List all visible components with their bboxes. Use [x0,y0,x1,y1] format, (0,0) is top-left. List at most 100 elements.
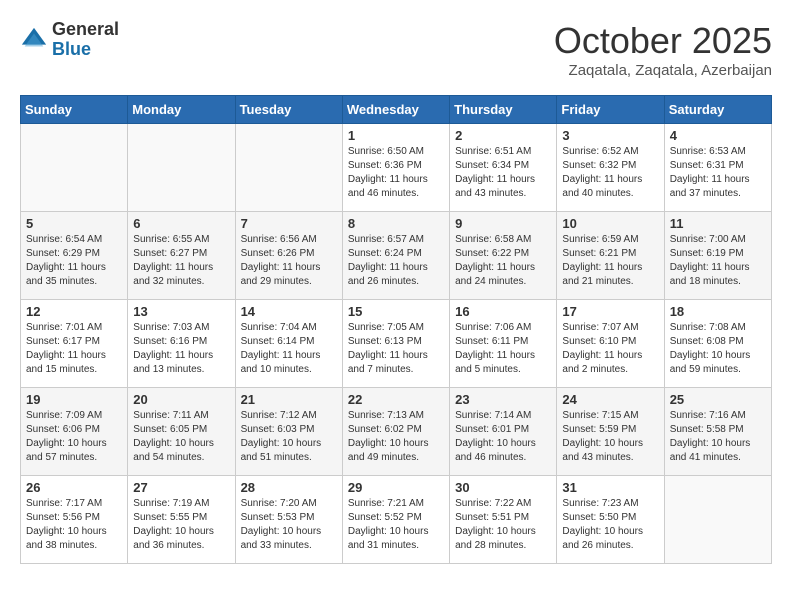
day-info: Sunrise: 7:14 AM Sunset: 6:01 PM Dayligh… [455,409,551,465]
day-number: 15 [348,304,444,319]
day-info: Sunrise: 7:19 AM Sunset: 5:55 PM Dayligh… [133,497,229,553]
logo: General Blue [20,20,119,60]
day-number: 28 [241,480,337,495]
day-info: Sunrise: 7:04 AM Sunset: 6:14 PM Dayligh… [241,321,337,377]
day-info: Sunrise: 6:53 AM Sunset: 6:31 PM Dayligh… [670,145,766,201]
header-wednesday: Wednesday [342,96,449,124]
calendar-cell: 14 Sunrise: 7:04 AM Sunset: 6:14 PM Dayli… [235,300,342,388]
day-info: Sunrise: 6:55 AM Sunset: 6:27 PM Dayligh… [133,233,229,289]
day-number: 6 [133,216,229,231]
calendar-cell: 12Sunrise: 7:01 AM Sunset: 6:17 PM Dayli… [21,300,128,388]
day-number: 1 [348,128,444,143]
day-number: 17 [562,304,658,319]
day-info: Sunrise: 7:08 AM Sunset: 6:08 PM Dayligh… [670,321,766,377]
page-header: General Blue October 2025 Zaqatala, Zaqa… [20,20,772,79]
header-sunday: Sunday [21,96,128,124]
day-info: Sunrise: 6:51 AM Sunset: 6:34 PM Dayligh… [455,145,551,201]
calendar-cell: 6 Sunrise: 6:55 AM Sunset: 6:27 PM Daylig… [128,212,235,300]
day-number: 13 [133,304,229,319]
week-row-1: 1 Sunrise: 6:50 AM Sunset: 6:36 PM Daylig… [21,124,772,212]
day-number: 14 [241,304,337,319]
day-number: 19 [26,392,122,407]
location: Zaqatala, Zaqatala, Azerbaijan [554,62,772,79]
calendar-cell: 28 Sunrise: 7:20 AM Sunset: 5:53 PM Dayli… [235,476,342,564]
calendar-cell: 11 Sunrise: 7:00 AM Sunset: 6:19 PM Dayli… [664,212,771,300]
calendar-cell [664,476,771,564]
title-block: October 2025 Zaqatala, Zaqatala, Azerbai… [554,20,772,79]
header-tuesday: Tuesday [235,96,342,124]
week-row-5: 26 Sunrise: 7:17 AM Sunset: 5:56 PM Dayli… [21,476,772,564]
day-info: Sunrise: 6:50 AM Sunset: 6:36 PM Dayligh… [348,145,444,201]
day-number: 21 [241,392,337,407]
day-number: 9 [455,216,551,231]
header-thursday: Thursday [450,96,557,124]
calendar-cell: 30 Sunrise: 7:22 AM Sunset: 5:51 PM Dayli… [450,476,557,564]
header-monday: Monday [128,96,235,124]
day-number: 7 [241,216,337,231]
day-number: 2 [455,128,551,143]
day-info: Sunrise: 7:22 AM Sunset: 5:51 PM Dayligh… [455,497,551,553]
calendar-cell: 15 Sunrise: 7:05 AM Sunset: 6:13 PM Dayli… [342,300,449,388]
day-number: 5 [26,216,122,231]
calendar-cell: 29 Sunrise: 7:21 AM Sunset: 5:52 PM Dayli… [342,476,449,564]
calendar-cell [235,124,342,212]
day-number: 11 [670,216,766,231]
day-info: Sunrise: 7:09 AM Sunset: 6:06 PM Dayligh… [26,409,122,465]
calendar-cell: 13 Sunrise: 7:03 AM Sunset: 6:16 PM Dayli… [128,300,235,388]
calendar-cell: 2 Sunrise: 6:51 AM Sunset: 6:34 PM Daylig… [450,124,557,212]
calendar-cell: 5 Sunrise: 6:54 AM Sunset: 6:29 PM Daylig… [21,212,128,300]
day-info: Sunrise: 7:05 AM Sunset: 6:13 PM Dayligh… [348,321,444,377]
day-info: Sunrise: 6:58 AM Sunset: 6:22 PM Dayligh… [455,233,551,289]
day-info: Sunrise: 7:15 AM Sunset: 5:59 PM Dayligh… [562,409,658,465]
calendar-cell: 9 Sunrise: 6:58 AM Sunset: 6:22 PM Daylig… [450,212,557,300]
calendar-cell: 22 Sunrise: 7:13 AM Sunset: 6:02 PM Dayli… [342,388,449,476]
day-number: 27 [133,480,229,495]
day-number: 4 [670,128,766,143]
day-info: Sunrise: 7:03 AM Sunset: 6:16 PM Dayligh… [133,321,229,377]
calendar-cell: 4 Sunrise: 6:53 AM Sunset: 6:31 PM Daylig… [664,124,771,212]
day-number: 12 [26,304,122,319]
month-title: October 2025 [554,20,772,62]
calendar-cell: 16 Sunrise: 7:06 AM Sunset: 6:11 PM Dayli… [450,300,557,388]
calendar-cell: 24Sunrise: 7:15 AM Sunset: 5:59 PM Dayli… [557,388,664,476]
calendar-cell: 3 Sunrise: 6:52 AM Sunset: 6:32 PM Daylig… [557,124,664,212]
day-info: Sunrise: 7:06 AM Sunset: 6:11 PM Dayligh… [455,321,551,377]
day-info: Sunrise: 7:23 AM Sunset: 5:50 PM Dayligh… [562,497,658,553]
day-info: Sunrise: 6:54 AM Sunset: 6:29 PM Dayligh… [26,233,122,289]
day-number: 30 [455,480,551,495]
calendar-cell [128,124,235,212]
week-row-3: 12Sunrise: 7:01 AM Sunset: 6:17 PM Dayli… [21,300,772,388]
logo-text: General Blue [52,20,119,60]
day-info: Sunrise: 7:20 AM Sunset: 5:53 PM Dayligh… [241,497,337,553]
calendar-cell: 27 Sunrise: 7:19 AM Sunset: 5:55 PM Dayli… [128,476,235,564]
calendar-cell: 1 Sunrise: 6:50 AM Sunset: 6:36 PM Daylig… [342,124,449,212]
day-info: Sunrise: 7:21 AM Sunset: 5:52 PM Dayligh… [348,497,444,553]
calendar-cell [21,124,128,212]
calendar-cell: 21 Sunrise: 7:12 AM Sunset: 6:03 PM Dayli… [235,388,342,476]
day-info: Sunrise: 7:11 AM Sunset: 6:05 PM Dayligh… [133,409,229,465]
day-info: Sunrise: 7:07 AM Sunset: 6:10 PM Dayligh… [562,321,658,377]
day-number: 23 [455,392,551,407]
calendar-cell: 23 Sunrise: 7:14 AM Sunset: 6:01 PM Dayli… [450,388,557,476]
calendar-header-row: SundayMondayTuesdayWednesdayThursdayFrid… [21,96,772,124]
day-number: 3 [562,128,658,143]
day-number: 18 [670,304,766,319]
calendar-cell: 19 Sunrise: 7:09 AM Sunset: 6:06 PM Dayli… [21,388,128,476]
day-number: 16 [455,304,551,319]
day-info: Sunrise: 6:57 AM Sunset: 6:24 PM Dayligh… [348,233,444,289]
day-info: Sunrise: 7:13 AM Sunset: 6:02 PM Dayligh… [348,409,444,465]
day-number: 10 [562,216,658,231]
day-number: 29 [348,480,444,495]
week-row-2: 5 Sunrise: 6:54 AM Sunset: 6:29 PM Daylig… [21,212,772,300]
day-info: Sunrise: 7:17 AM Sunset: 5:56 PM Dayligh… [26,497,122,553]
day-info: Sunrise: 7:00 AM Sunset: 6:19 PM Dayligh… [670,233,766,289]
day-number: 22 [348,392,444,407]
logo-blue-text: Blue [52,40,119,60]
calendar-cell: 26 Sunrise: 7:17 AM Sunset: 5:56 PM Dayli… [21,476,128,564]
day-info: Sunrise: 6:52 AM Sunset: 6:32 PM Dayligh… [562,145,658,201]
day-info: Sunrise: 6:56 AM Sunset: 6:26 PM Dayligh… [241,233,337,289]
calendar-cell: 25Sunrise: 7:16 AM Sunset: 5:58 PM Dayli… [664,388,771,476]
calendar-cell: 10Sunrise: 6:59 AM Sunset: 6:21 PM Dayli… [557,212,664,300]
day-number: 26 [26,480,122,495]
day-info: Sunrise: 7:12 AM Sunset: 6:03 PM Dayligh… [241,409,337,465]
